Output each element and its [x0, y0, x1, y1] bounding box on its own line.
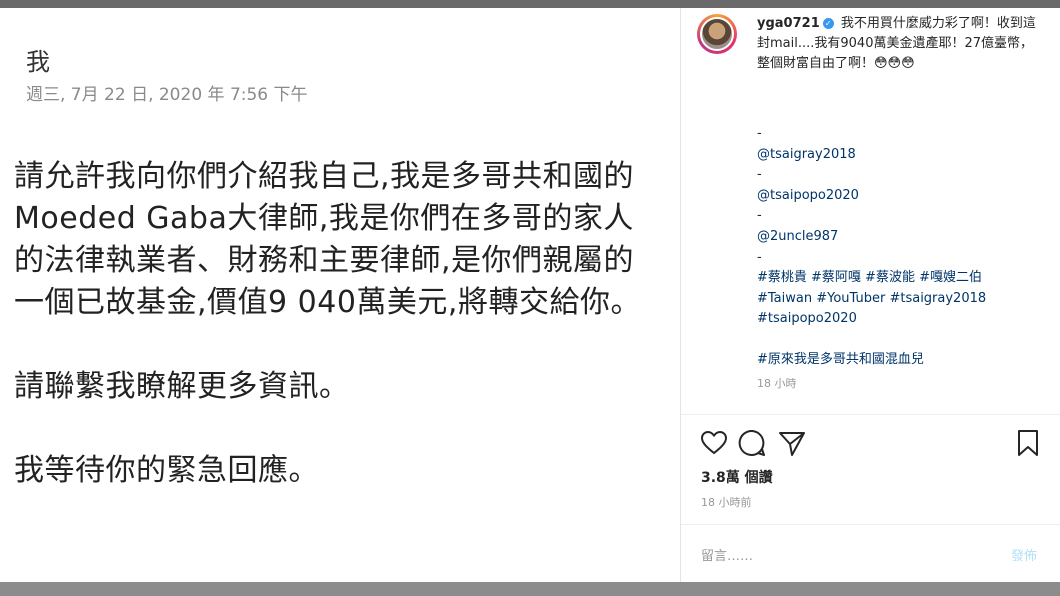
comment-icon[interactable]	[737, 428, 767, 458]
bookmark-icon[interactable]	[1013, 428, 1043, 458]
mention-link[interactable]: @tsaigray2018	[757, 145, 1037, 166]
username-link[interactable]: yga0721	[757, 16, 820, 31]
divider	[681, 524, 1060, 525]
caption-lines: - @tsaigray2018 - @tsaipopo2020 - @2uncl…	[757, 124, 1037, 371]
top-frame-border	[0, 0, 1060, 8]
instagram-post-panel: yga0721 ✓ 我不用買什麼威力彩了啊！收到這封mail....我有9040萬…	[680, 8, 1060, 582]
caption-dash: -	[757, 249, 762, 265]
comment-input[interactable]: 留言……	[701, 545, 753, 564]
post-timestamp: 18 小時前	[701, 496, 752, 509]
caption-dash: -	[757, 208, 762, 224]
email-screenshot: 我 週三, 7月 22 日, 2020 年 7:56 下午 請允許我向你們介紹我…	[0, 8, 680, 582]
email-date: 週三, 7月 22 日, 2020 年 7:56 下午	[26, 85, 308, 105]
bottom-frame-border	[0, 582, 1060, 596]
post-caption: yga0721 ✓ 我不用買什麼威力彩了啊！收到這封mail....我有9040萬…	[757, 14, 1037, 74]
caption-dash: -	[757, 167, 762, 183]
post-comment-button[interactable]: 發佈	[1011, 545, 1037, 564]
action-bar	[699, 428, 1043, 458]
hashtag-links[interactable]: #蔡桃貴 #蔡阿嘎 #蔡波能 #嘎嫂二伯 #Taiwan #YouTuber #…	[757, 268, 1037, 330]
divider	[681, 414, 1060, 415]
email-body: 請允許我向你們介紹我自己,我是多哥共和國的Moeded Gaba大律師,我是你們…	[14, 156, 664, 534]
share-icon[interactable]	[777, 428, 807, 458]
email-paragraph: 請聯繫我瞭解更多資訊。	[14, 369, 350, 404]
hashtag-link[interactable]: #原來我是多哥共和國混血兒	[757, 350, 1037, 371]
email-paragraph: 請允許我向你們介紹我自己,我是多哥共和國的Moeded Gaba大律師,我是你們…	[14, 159, 641, 320]
mention-link[interactable]: @2uncle987	[757, 227, 1037, 248]
like-count[interactable]: 3.8萬 個讚	[701, 467, 773, 487]
email-paragraph: 我等待你的緊急回應。	[14, 453, 319, 488]
heart-icon[interactable]	[699, 428, 729, 458]
email-sender: 我	[26, 48, 50, 76]
caption-timestamp: 18 小時	[757, 377, 797, 390]
caption-dash: -	[757, 126, 762, 141]
verified-badge-icon: ✓	[822, 18, 834, 29]
avatar[interactable]	[697, 14, 737, 54]
mention-link[interactable]: @tsaipopo2020	[757, 186, 1037, 207]
avatar-image	[700, 17, 734, 51]
